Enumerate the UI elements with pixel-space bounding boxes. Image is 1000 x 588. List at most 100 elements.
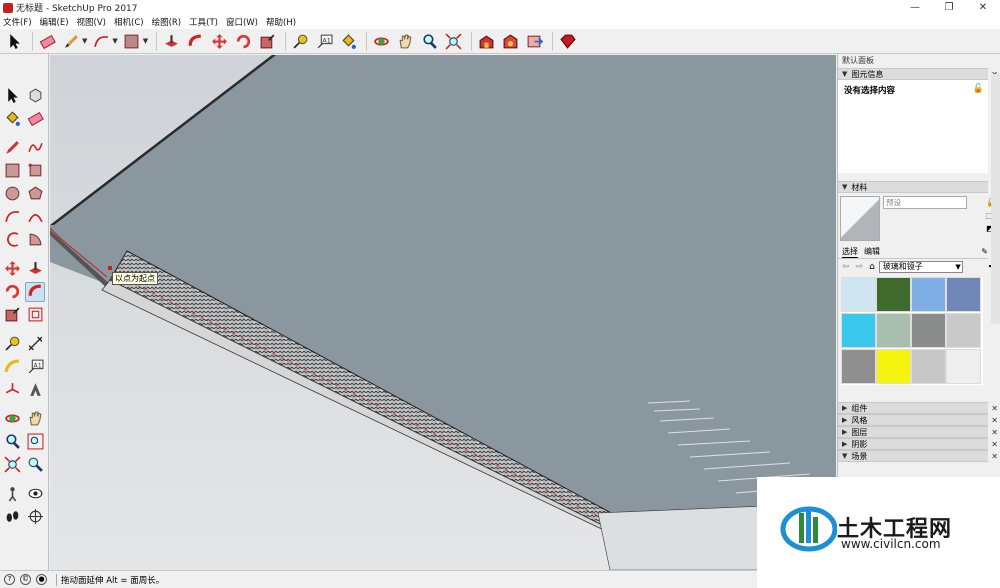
arc-icon[interactable] [2, 207, 22, 227]
components-header[interactable]: ▶ 组件 ✕ [838, 402, 998, 414]
menu-draw[interactable]: 绘图(R) [152, 16, 182, 28]
move-icon[interactable] [2, 259, 22, 279]
menu-edit[interactable]: 编辑(E) [40, 16, 69, 28]
make-component-icon[interactable] [25, 86, 45, 106]
material-swatch[interactable] [911, 277, 946, 312]
eraser-icon[interactable] [25, 109, 45, 129]
rotated-rectangle-icon[interactable] [25, 161, 45, 181]
warehouse-icon[interactable] [476, 31, 496, 51]
material-swatch[interactable] [911, 349, 946, 384]
user-icon[interactable]: ● [36, 574, 47, 585]
tape-measure-icon[interactable] [290, 31, 310, 51]
close-icon[interactable]: ✕ [991, 404, 998, 413]
axes-icon[interactable] [2, 380, 22, 400]
dimension-icon[interactable] [25, 334, 45, 354]
protractor-icon[interactable] [2, 357, 22, 377]
material-swatch[interactable] [876, 349, 911, 384]
circle-icon[interactable] [2, 184, 22, 204]
eyedropper-icon[interactable]: ✎ [981, 247, 988, 256]
two-point-arc-icon[interactable] [25, 207, 45, 227]
material-swatch[interactable] [946, 349, 981, 384]
model-canvas[interactable] [50, 55, 836, 570]
section-plane-icon[interactable] [25, 507, 45, 527]
current-material-swatch[interactable] [840, 196, 880, 241]
close-icon[interactable]: ✕ [991, 416, 998, 425]
rectangle-icon[interactable] [122, 31, 142, 51]
material-swatch[interactable] [841, 313, 876, 348]
expand-triangle-icon[interactable]: ▶ [842, 428, 847, 436]
zoom-window-icon[interactable] [25, 432, 45, 452]
entity-info-header[interactable]: ▼ 图元信息 ✕ [838, 68, 998, 80]
material-swatch[interactable] [841, 277, 876, 312]
minimize-button[interactable]: — [898, 0, 932, 15]
collapse-triangle-icon[interactable]: ▼ [842, 452, 847, 460]
expand-triangle-icon[interactable]: ▶ [842, 440, 847, 448]
close-button[interactable]: ✕ [966, 0, 1000, 15]
drawing-viewport[interactable]: 以点为起点 [50, 55, 836, 570]
lock-icon[interactable]: 🔓 [973, 84, 984, 94]
tape-measure-icon[interactable] [2, 334, 22, 354]
collapse-triangle-icon[interactable]: ▼ [842, 70, 847, 78]
menu-camera[interactable]: 相机(C) [114, 16, 144, 28]
scenes-header[interactable]: ▼ 场景 ✕ [838, 450, 998, 462]
follow-me-icon[interactable] [25, 281, 45, 302]
ruby-icon[interactable] [557, 31, 577, 51]
scale-icon[interactable] [2, 305, 22, 325]
material-name-field[interactable]: 预设 [883, 196, 967, 209]
polygon-icon[interactable] [25, 184, 45, 204]
chevron-down-icon[interactable]: ▼ [143, 37, 148, 45]
freehand-icon[interactable] [25, 138, 45, 158]
tray-scrollbar[interactable] [991, 74, 1000, 324]
eraser-icon[interactable] [37, 31, 57, 51]
rotate-icon[interactable] [2, 282, 22, 302]
zoom-icon[interactable] [419, 31, 439, 51]
select-icon[interactable] [4, 31, 24, 51]
paint-bucket-icon[interactable] [2, 109, 22, 129]
tab-select[interactable]: 选择 [842, 246, 858, 258]
position-camera-icon[interactable] [2, 484, 22, 504]
layers-header[interactable]: ▶ 图层 ✕ [838, 426, 998, 438]
styles-header[interactable]: ▶ 风格 ✕ [838, 414, 998, 426]
3d-text-icon[interactable] [25, 380, 45, 400]
orbit-icon[interactable] [2, 409, 22, 429]
arc-icon[interactable] [91, 31, 111, 51]
home-icon[interactable]: ⌂ [869, 262, 875, 272]
pencil-icon[interactable] [61, 31, 81, 51]
chevron-down-icon[interactable]: ▼ [82, 37, 87, 45]
text-icon[interactable]: A1 [314, 31, 334, 51]
maximize-button[interactable]: ❐ [932, 0, 966, 15]
follow-me-icon[interactable] [185, 31, 205, 51]
walk-icon[interactable] [2, 507, 22, 527]
select-icon[interactable] [2, 86, 22, 106]
material-swatch[interactable] [841, 349, 876, 384]
previous-view-icon[interactable] [25, 455, 45, 475]
menu-window[interactable]: 窗口(W) [226, 16, 258, 28]
material-swatch[interactable] [876, 313, 911, 348]
pan-icon[interactable] [25, 409, 45, 429]
offset-icon[interactable] [25, 305, 45, 325]
material-swatch[interactable] [946, 277, 981, 312]
material-swatch[interactable] [876, 277, 911, 312]
paint-bucket-icon[interactable] [338, 31, 358, 51]
pencil-icon[interactable] [2, 138, 22, 158]
menu-help[interactable]: 帮助(H) [266, 16, 296, 28]
menu-file[interactable]: 文件(F) [3, 16, 32, 28]
push-pull-icon[interactable] [161, 31, 181, 51]
menu-view[interactable]: 视图(V) [77, 16, 106, 28]
shadows-header[interactable]: ▶ 阴影 ✕ [838, 438, 998, 450]
forward-arrow-icon[interactable]: ⇨ [856, 262, 864, 272]
pie-icon[interactable] [25, 230, 45, 250]
collapse-triangle-icon[interactable]: ▼ [842, 183, 847, 191]
pan-icon[interactable] [395, 31, 415, 51]
menu-tools[interactable]: 工具(T) [189, 16, 218, 28]
orbit-icon[interactable] [371, 31, 391, 51]
look-around-icon[interactable] [25, 484, 45, 504]
materials-header[interactable]: ▼ 材料 ✕ [838, 181, 998, 193]
expand-triangle-icon[interactable]: ▶ [842, 416, 847, 424]
zoom-extents-icon[interactable] [443, 31, 463, 51]
material-swatch[interactable] [946, 313, 981, 348]
library-select[interactable]: 玻璃和镜子 ▼ [878, 261, 963, 273]
back-arrow-icon[interactable]: ⇦ [842, 262, 850, 272]
expand-triangle-icon[interactable]: ▶ [842, 404, 847, 412]
close-icon[interactable]: ✕ [991, 452, 998, 461]
